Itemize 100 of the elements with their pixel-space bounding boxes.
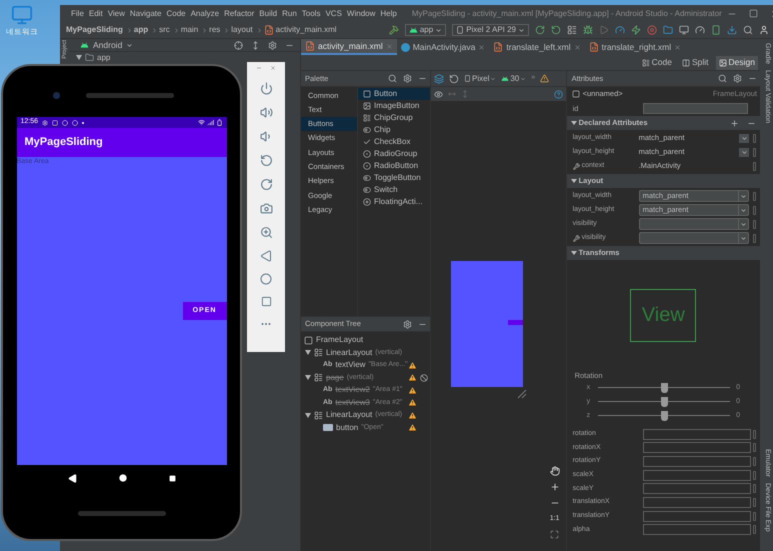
rotation-slider[interactable] — [598, 411, 730, 422]
rotation-slider[interactable] — [598, 397, 730, 408]
hammer-icon[interactable] — [388, 25, 399, 35]
menu-item[interactable]: Tools — [302, 8, 320, 20]
tree-node-label[interactable]: textView — [335, 359, 366, 372]
close-icon[interactable] — [674, 44, 682, 50]
project-view-dropdown[interactable]: Android — [93, 38, 122, 52]
attribute-input[interactable] — [642, 524, 751, 536]
palette-item[interactable]: RadioButton — [358, 160, 430, 172]
tree-node-label[interactable]: LinearLayout — [326, 409, 372, 422]
view-mode-button[interactable]: Code — [638, 56, 675, 70]
close-icon[interactable] — [574, 44, 581, 50]
breadcrumb-item[interactable]: activity_main.xml — [276, 24, 337, 36]
visibility-icon[interactable] — [420, 374, 428, 382]
attribute-input[interactable] — [642, 510, 751, 522]
maximize-icon[interactable] — [748, 8, 758, 18]
search-icon[interactable] — [388, 74, 397, 83]
palette-item[interactable]: ChipGroup — [358, 112, 430, 124]
overview-icon[interactable] — [260, 296, 272, 307]
slider-thumb[interactable] — [660, 383, 668, 394]
expand-triangle-icon[interactable] — [305, 375, 311, 380]
fit-screen-icon[interactable] — [550, 530, 560, 539]
id-input[interactable] — [642, 103, 748, 114]
menu-item[interactable]: VCS — [325, 8, 342, 20]
attribute-input[interactable] — [642, 456, 751, 467]
apply-changes-icon[interactable] — [551, 25, 561, 35]
menu-item[interactable]: View — [108, 8, 125, 20]
menu-item[interactable]: Help — [380, 8, 397, 20]
palette-item[interactable]: ImageButton — [358, 100, 430, 112]
eye-icon[interactable] — [434, 90, 443, 98]
list-icon[interactable] — [567, 25, 577, 35]
tree-node-label[interactable]: FrameLayout — [316, 334, 364, 346]
menu-item[interactable]: Code — [166, 8, 186, 20]
palette-item[interactable]: Chip — [358, 124, 430, 136]
breadcrumb-item[interactable]: main — [180, 24, 198, 36]
rerun-icon[interactable] — [535, 25, 545, 35]
editor-tab[interactable]: translate_left.xml — [489, 39, 585, 55]
view-mode-button[interactable]: Split — [678, 56, 712, 70]
device-preview-dropdown[interactable]: Pixel — [464, 72, 496, 84]
tree-node-label[interactable]: textView2 — [335, 384, 370, 396]
close-icon[interactable] — [270, 65, 276, 71]
editor-tab[interactable]: translate_right.xml — [584, 39, 686, 55]
breadcrumb-item[interactable]: layout — [231, 24, 253, 36]
orientation-icon[interactable] — [449, 74, 459, 84]
palette-item[interactable]: FloatingActi... — [358, 196, 430, 208]
menu-item[interactable]: Refactor — [224, 8, 254, 20]
api-level-dropdown[interactable]: 30 — [501, 72, 526, 84]
editor-tab[interactable]: MainActivity.java — [396, 39, 490, 55]
camera-icon[interactable] — [260, 202, 272, 215]
collapse-all-icon[interactable] — [251, 40, 260, 50]
layers-icon[interactable] — [434, 74, 444, 84]
palette-item[interactable]: RadioGroup — [358, 148, 430, 160]
rotate-right-icon[interactable] — [260, 178, 272, 191]
settings-icon[interactable] — [268, 40, 277, 50]
editor-tab[interactable]: activity_main.xml — [301, 39, 397, 55]
palette-item[interactable]: ToggleButton — [358, 172, 430, 184]
dropdown-toggle[interactable] — [739, 134, 749, 142]
menu-item[interactable]: Window — [346, 8, 376, 20]
menu-item[interactable]: File — [71, 8, 84, 20]
power-icon[interactable] — [260, 82, 272, 95]
pan-icon[interactable] — [550, 466, 560, 476]
rotation-slider[interactable] — [598, 383, 730, 394]
menu-item[interactable]: Navigate — [130, 8, 162, 20]
settings-icon[interactable] — [403, 320, 412, 328]
tree-node-label[interactable]: LinearLayout — [326, 346, 372, 359]
attribute-input[interactable] — [642, 442, 751, 454]
search-icon[interactable] — [743, 25, 753, 35]
settings-icon[interactable] — [403, 74, 412, 83]
zoom-in-icon[interactable] — [550, 482, 560, 492]
attribute-input[interactable] — [642, 483, 751, 494]
attribute-input[interactable] — [642, 428, 751, 440]
menu-item[interactable]: Analyze — [190, 8, 220, 20]
debug-icon[interactable] — [583, 25, 593, 35]
device-dropdown[interactable]: Pixel 2 API 29 — [452, 24, 529, 36]
close-icon[interactable] — [478, 44, 486, 50]
slider-thumb[interactable] — [660, 397, 668, 408]
breadcrumb-item[interactable]: res — [209, 24, 220, 36]
menu-item[interactable]: Build — [259, 8, 278, 20]
palette-item[interactable]: CheckBox — [358, 136, 430, 148]
locate-icon[interactable] — [234, 40, 243, 50]
menu-item[interactable]: Edit — [88, 8, 103, 20]
volume-up-icon[interactable] — [260, 106, 272, 119]
tree-node-label[interactable]: page — [326, 372, 344, 384]
rotate-left-icon[interactable] — [260, 154, 272, 167]
profiler-icon[interactable] — [615, 25, 625, 35]
tree-node-label[interactable]: textView3 — [335, 396, 370, 409]
settings-icon[interactable] — [733, 74, 742, 83]
view-mode-button[interactable]: Design — [716, 56, 758, 70]
attribute-input[interactable] — [642, 497, 751, 508]
breadcrumb-item[interactable]: src — [159, 24, 170, 36]
help-icon[interactable] — [554, 90, 563, 98]
expand-triangle-icon[interactable] — [305, 350, 311, 356]
attribute-input[interactable] — [642, 470, 751, 481]
palette-item[interactable]: Switch — [358, 184, 430, 196]
expand-triangle-icon[interactable] — [305, 412, 311, 418]
menu-item[interactable]: Run — [282, 8, 297, 20]
dropdown-toggle[interactable] — [739, 148, 749, 156]
volume-down-icon[interactable] — [260, 130, 272, 143]
tree-item[interactable]: app — [97, 53, 110, 62]
breadcrumb-item[interactable]: MyPageSliding — [66, 24, 123, 36]
